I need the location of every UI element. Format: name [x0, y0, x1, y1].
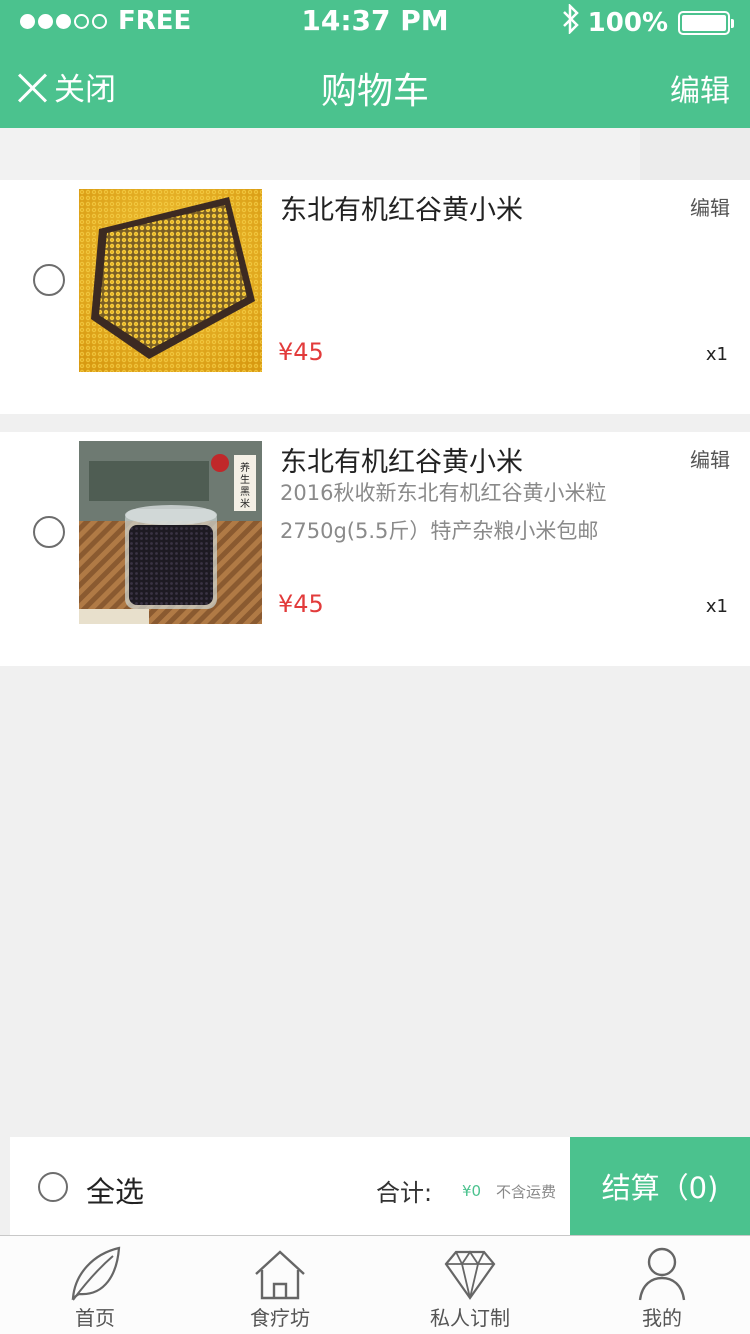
svg-text:生: 生	[240, 473, 250, 486]
tab-mine-label: 我的	[642, 1306, 682, 1330]
tab-home[interactable]: 首页	[0, 1236, 190, 1334]
user-icon	[638, 1247, 686, 1301]
diamond-icon	[444, 1250, 496, 1300]
tab-therapy-kitchen[interactable]: 食疗坊	[185, 1236, 375, 1334]
shipping-note: 不含运费	[496, 1183, 557, 1201]
item-price: ¥45	[278, 590, 324, 618]
millet-product-image[interactable]	[79, 189, 262, 372]
item-description: 2016秋收新东北有机红谷黄小米粒 2750g(5.5斤）特产杂粮小米包邮	[280, 481, 607, 543]
tab-mine[interactable]: 我的	[567, 1236, 750, 1334]
item-price: ¥45	[278, 338, 324, 366]
item-edit-button[interactable]: 编辑	[690, 444, 730, 473]
checkout-bar: 全选 合计: ¥0 不含运费 结算（0)	[10, 1137, 750, 1235]
cart-item: 东北有机红谷黄小米 ¥45 编辑 x1	[0, 180, 750, 414]
tab-home-label: 首页	[75, 1306, 115, 1330]
item-quantity: x1	[705, 596, 728, 617]
item-select-radio[interactable]	[33, 264, 65, 296]
checkout-button[interactable]: 结算（0)	[570, 1137, 750, 1235]
app-header: FREE 14:37 PM 100% 关闭 购物车 编辑	[0, 0, 750, 128]
total-label: 合计:	[376, 1179, 433, 1207]
edit-button[interactable]: 编辑	[670, 66, 730, 110]
svg-text:米: 米	[240, 497, 250, 510]
battery-percentage: 100%	[587, 7, 668, 38]
top-spacer	[0, 128, 750, 180]
total-value: ¥0	[462, 1182, 482, 1200]
tab-therapy-kitchen-label: 食疗坊	[250, 1306, 310, 1330]
status-right: 100%	[562, 2, 734, 41]
item-title[interactable]: 东北有机红谷黄小米	[280, 188, 523, 227]
tab-bar: 首页 食疗坊 私人订制 我的	[0, 1235, 750, 1334]
tab-custom-label: 私人订制	[430, 1306, 510, 1330]
select-all-radio[interactable]	[38, 1172, 68, 1202]
house-icon	[255, 1250, 305, 1300]
status-bar: FREE 14:37 PM 100%	[0, 0, 750, 40]
svg-text:养: 养	[240, 461, 250, 474]
item-select-radio[interactable]	[33, 516, 65, 548]
black-rice-jar-product-image[interactable]: 养 生 黑 米	[79, 441, 262, 624]
cart-item: 养 生 黑 米 东北有机红谷黄小米 2016秋收新东北有机红谷黄小米粒 2750…	[0, 432, 750, 666]
leaf-icon	[71, 1246, 121, 1301]
select-all-label[interactable]: 全选	[86, 1169, 144, 1211]
item-quantity: x1	[705, 344, 728, 365]
bluetooth-icon	[562, 2, 580, 41]
tab-custom[interactable]: 私人订制	[375, 1236, 565, 1334]
battery-icon	[678, 10, 734, 35]
page-title: 购物车	[320, 71, 429, 112]
item-edit-button[interactable]: 编辑	[690, 192, 730, 221]
svg-text:黑: 黑	[240, 486, 250, 498]
